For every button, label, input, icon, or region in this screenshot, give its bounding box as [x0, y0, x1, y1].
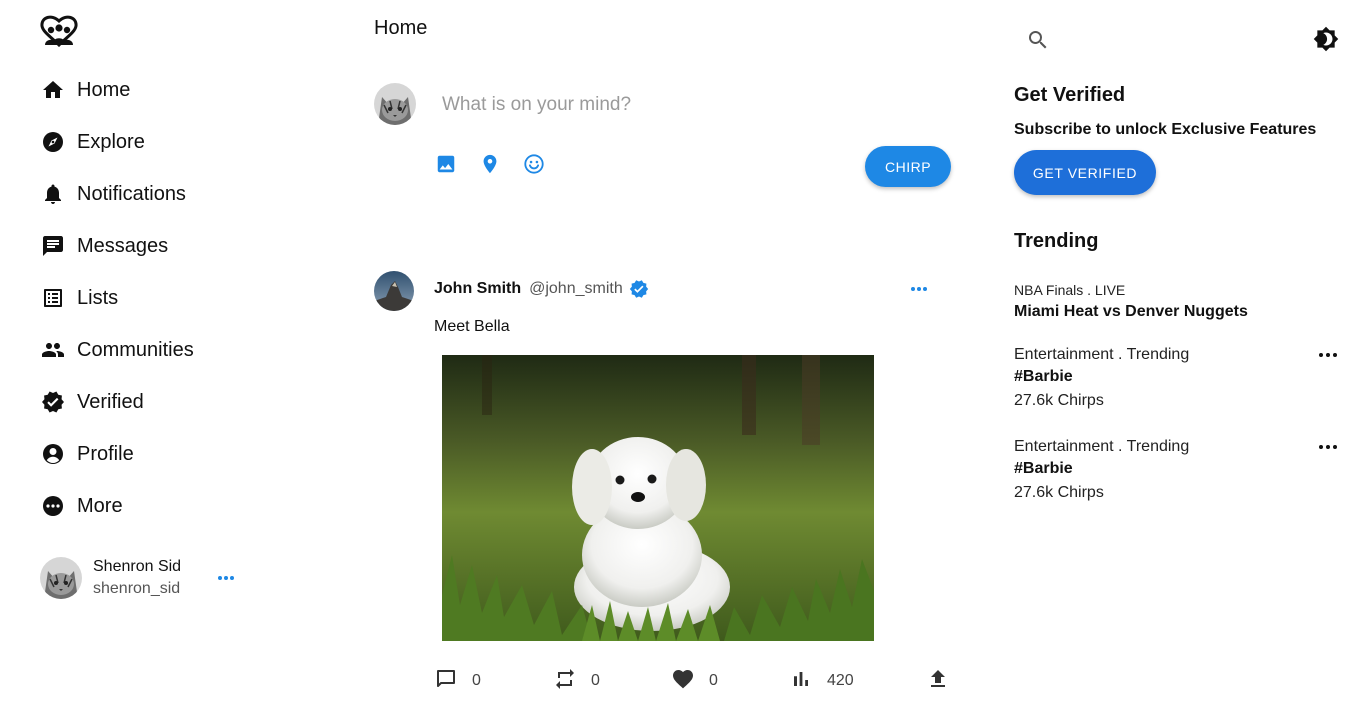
upload-icon	[926, 667, 950, 696]
post-author-name[interactable]: John Smith	[434, 280, 521, 298]
post-author-handle[interactable]: @john_smith	[529, 280, 623, 298]
home-icon	[40, 77, 66, 103]
location-pin-icon[interactable]	[478, 152, 502, 176]
views-count: 420	[827, 672, 854, 689]
heart-icon	[671, 667, 695, 696]
sidebar-item-messages[interactable]: Messages	[40, 220, 300, 272]
views-action[interactable]: 420	[789, 668, 854, 694]
image-icon[interactable]	[434, 152, 458, 176]
trend-item[interactable]: Entertainment . Trending #Barbie 27.6k C…	[1014, 437, 1339, 505]
trend-item[interactable]: Entertainment . Trending #Barbie 27.6k C…	[1014, 345, 1339, 413]
profile-icon	[40, 441, 66, 467]
search-icon[interactable]	[1026, 28, 1050, 52]
sidebar-item-profile[interactable]: Profile	[40, 428, 300, 480]
post-header: John Smith @john_smith	[434, 279, 649, 299]
sidebar-item-lists[interactable]: Lists	[40, 272, 300, 324]
like-count: 0	[709, 672, 718, 689]
account-info: Shenron Sid shenron_sid	[93, 556, 181, 600]
emoji-icon[interactable]	[522, 152, 546, 176]
avatar	[40, 557, 82, 599]
sidebar-item-label: More	[77, 494, 123, 517]
sidebar-item-label: Communities	[77, 338, 194, 361]
sidebar-item-label: Explore	[77, 130, 145, 153]
comment-icon	[434, 667, 458, 696]
post-actions: 0 0 0 420	[434, 668, 954, 694]
reply-count: 0	[472, 672, 481, 689]
sidebar-item-label: Profile	[77, 442, 134, 465]
sidebar-item-label: Home	[77, 78, 131, 101]
sidebar-nav: Home Explore Notifications Messages List…	[40, 64, 300, 532]
account-name: Shenron Sid	[93, 558, 182, 575]
theme-toggle-icon[interactable]	[1313, 26, 1339, 52]
trend-more-icon[interactable]	[1317, 347, 1339, 368]
get-verified-title: Get Verified	[1014, 84, 1126, 106]
trend-more-icon[interactable]	[1317, 439, 1339, 460]
account-handle: shenron_sid	[93, 580, 181, 597]
account-switcher[interactable]: Shenron Sid shenron_sid	[40, 554, 250, 602]
composer-input[interactable]	[442, 88, 922, 122]
trend-category: NBA Finals . LIVE	[1014, 282, 1126, 298]
trend-count: 27.6k Chirps	[1014, 392, 1104, 409]
verified-icon	[40, 389, 66, 415]
rechirp-count: 0	[591, 672, 600, 689]
sidebar-item-home[interactable]: Home	[40, 64, 300, 116]
get-verified-subtitle: Subscribe to unlock Exclusive Features	[1014, 121, 1317, 138]
share-action[interactable]	[926, 668, 950, 694]
community-logo-icon[interactable]	[39, 15, 79, 48]
sidebar-item-explore[interactable]: Explore	[40, 116, 300, 168]
reply-action[interactable]: 0	[434, 668, 481, 694]
composer-toolbar	[434, 152, 566, 176]
like-action[interactable]: 0	[671, 668, 718, 694]
sidebar-item-verified[interactable]: Verified	[40, 376, 300, 428]
sidebar-item-label: Messages	[77, 234, 169, 257]
trend-topic: Miami Heat vs Denver Nuggets	[1014, 303, 1248, 320]
list-icon	[40, 285, 66, 311]
sidebar-item-communities[interactable]: Communities	[40, 324, 300, 376]
page-title: Home	[374, 17, 428, 39]
trending-title: Trending	[1014, 230, 1099, 252]
bar-chart-icon	[789, 667, 813, 696]
more-circle-icon	[40, 493, 66, 519]
trend-topic: #Barbie	[1014, 460, 1073, 477]
more-dots-icon[interactable]	[216, 568, 236, 593]
compass-icon	[40, 129, 66, 155]
sidebar-item-label: Lists	[77, 286, 119, 309]
trend-category: Entertainment . Trending	[1014, 346, 1190, 363]
trend-topic: #Barbie	[1014, 368, 1073, 385]
avatar[interactable]	[374, 271, 414, 311]
repeat-icon	[553, 667, 577, 696]
bell-icon	[40, 181, 66, 207]
avatar	[374, 83, 416, 125]
post-more-icon[interactable]	[908, 279, 930, 304]
post-image[interactable]	[442, 355, 874, 641]
verified-badge-icon	[629, 279, 649, 299]
trend-category: Entertainment . Trending	[1014, 438, 1190, 455]
post-text: Meet Bella	[434, 318, 510, 335]
message-icon	[40, 233, 66, 259]
sidebar-item-label: Verified	[77, 390, 144, 413]
chirp-button[interactable]: CHIRP	[865, 146, 951, 187]
trend-item[interactable]: NBA Finals . LIVE Miami Heat vs Denver N…	[1014, 280, 1339, 324]
people-icon	[40, 337, 66, 363]
sidebar-item-label: Notifications	[77, 182, 186, 205]
get-verified-button[interactable]: GET VERIFIED	[1014, 150, 1156, 195]
rechirp-action[interactable]: 0	[553, 668, 600, 694]
sidebar-item-notifications[interactable]: Notifications	[40, 168, 300, 220]
trend-count: 27.6k Chirps	[1014, 484, 1104, 501]
sidebar-item-more[interactable]: More	[40, 480, 300, 532]
